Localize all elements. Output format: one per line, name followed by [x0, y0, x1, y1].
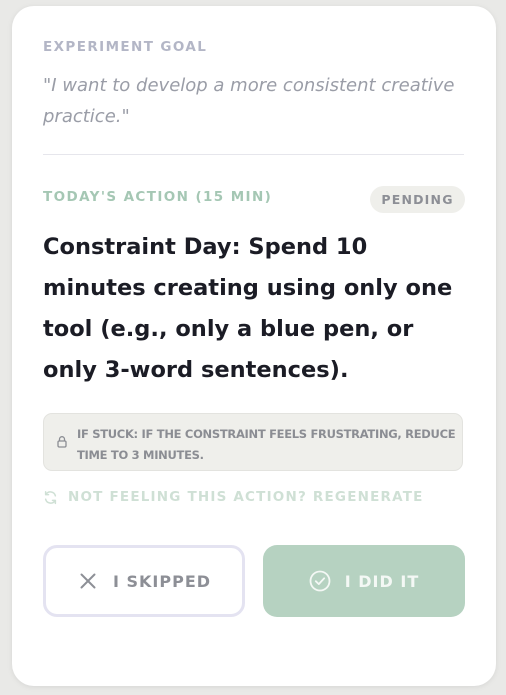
if-stuck-hint: IF STUCK: IF THE CONSTRAINT FEELS FRUSTR…	[43, 413, 463, 471]
lock-icon	[57, 436, 67, 448]
regenerate-link[interactable]: NOT FEELING THIS ACTION? REGENERATE	[43, 487, 424, 507]
goal-label: EXPERIMENT GOAL	[43, 39, 208, 55]
close-icon	[80, 573, 96, 589]
done-button[interactable]: I DID IT	[263, 545, 465, 617]
experiment-card: EXPERIMENT GOAL "I want to develop a mor…	[12, 6, 496, 686]
status-badge: PENDING	[370, 186, 465, 213]
refresh-icon	[44, 490, 57, 504]
skip-button-label: I SKIPPED	[112, 571, 212, 591]
goal-text: "I want to develop a more consistent cre…	[43, 75, 455, 127]
if-stuck-text: IF STUCK: IF THE CONSTRAINT FEELS FRUSTR…	[77, 427, 456, 462]
divider	[43, 154, 464, 155]
action-label: TODAY'S ACTION (15 MIN)	[43, 189, 273, 205]
skip-button[interactable]: I SKIPPED	[43, 545, 245, 617]
action-text: Constraint Day: Spend 10 minutes creatin…	[43, 234, 453, 383]
regenerate-label: NOT FEELING THIS ACTION? REGENERATE	[68, 489, 424, 505]
check-circle-icon	[309, 570, 331, 592]
done-button-label: I DID IT	[344, 571, 420, 591]
